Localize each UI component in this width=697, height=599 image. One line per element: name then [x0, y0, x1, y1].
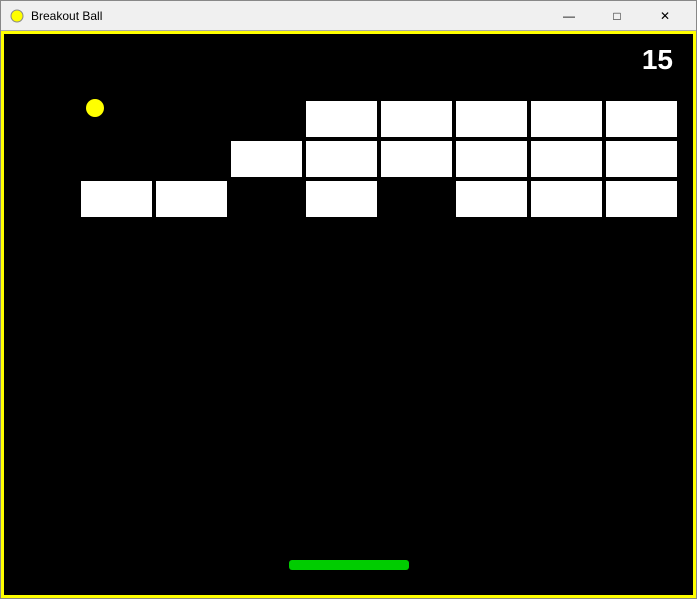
paddle: [289, 560, 409, 570]
close-button[interactable]: ✕: [642, 4, 688, 28]
brick: [379, 139, 454, 179]
game-area: 15: [1, 31, 696, 598]
brick: [304, 139, 379, 179]
bricks-container: [79, 99, 679, 219]
title-bar: Breakout Ball — □ ✕: [1, 1, 696, 31]
brick: [454, 99, 529, 139]
main-window: Breakout Ball — □ ✕ 15: [0, 0, 697, 599]
brick-row-3: [79, 179, 679, 219]
brick: [304, 99, 379, 139]
brick: [154, 179, 229, 219]
brick: [379, 99, 454, 139]
window-title: Breakout Ball: [31, 9, 546, 23]
brick-empty: [79, 139, 154, 179]
brick: [304, 179, 379, 219]
brick-empty: [154, 139, 229, 179]
brick: [604, 99, 679, 139]
brick-empty: [229, 179, 304, 219]
score-display: 15: [642, 44, 673, 76]
brick: [529, 99, 604, 139]
brick: [454, 139, 529, 179]
brick-row-1: [79, 99, 679, 139]
brick: [229, 139, 304, 179]
brick: [604, 139, 679, 179]
window-controls: — □ ✕: [546, 4, 688, 28]
brick: [529, 139, 604, 179]
brick: [604, 179, 679, 219]
brick-row-2: [79, 139, 679, 179]
brick-empty: [79, 99, 154, 139]
brick: [79, 179, 154, 219]
maximize-button[interactable]: □: [594, 4, 640, 28]
brick-empty: [154, 99, 229, 139]
brick: [454, 179, 529, 219]
app-icon: [9, 8, 25, 24]
minimize-button[interactable]: —: [546, 4, 592, 28]
brick: [529, 179, 604, 219]
brick-empty: [229, 99, 304, 139]
brick-empty: [379, 179, 454, 219]
